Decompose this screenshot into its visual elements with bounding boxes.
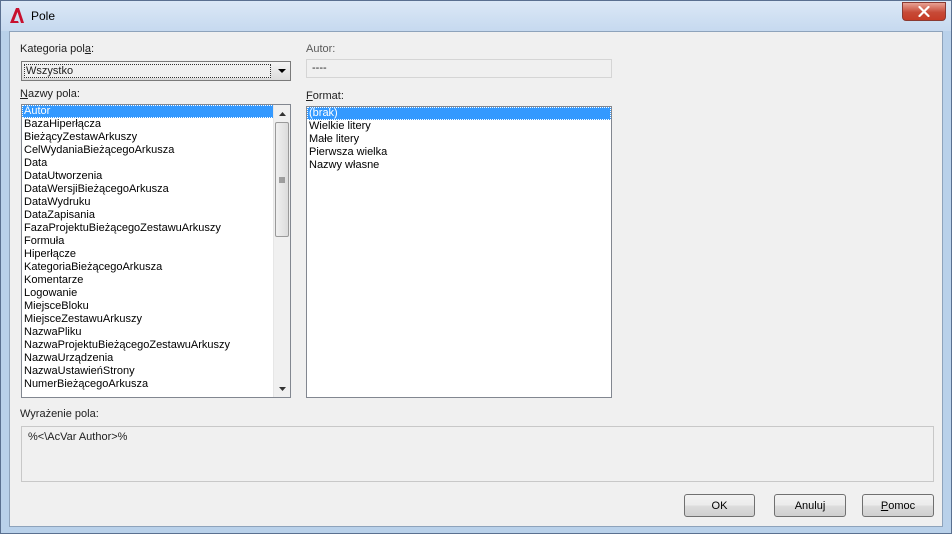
expression-label: Wyrażenie pola: — [20, 408, 99, 420]
scroll-down-arrow-icon — [278, 386, 286, 391]
field-expression-box[interactable]: %<\AcVar Author>% — [21, 426, 934, 482]
list-item[interactable]: NazwaProjektuBieżącegoZestawuArkuszy — [22, 339, 290, 352]
help-button[interactable]: Pomoc — [862, 494, 934, 517]
list-item[interactable]: Hiperłącze — [22, 248, 290, 261]
cancel-button[interactable]: Anuluj — [774, 494, 846, 517]
list-item[interactable]: Data — [22, 157, 290, 170]
list-item[interactable]: Wielkie litery — [307, 120, 611, 133]
list-item[interactable]: NazwaUrządzenia — [22, 352, 290, 365]
field-names-items: Autor BazaHiperłącza BieżącyZestawArkuszy C… — [22, 105, 290, 391]
list-item[interactable]: DataZapisania — [22, 209, 290, 222]
category-dropdown[interactable]: Wszystko — [21, 61, 291, 81]
list-item[interactable]: (brak) — [307, 107, 611, 120]
title-bar[interactable]: Pole — [1, 1, 951, 31]
list-item[interactable]: DataWydruku — [22, 196, 290, 209]
list-item[interactable]: Pierwsza wielka — [307, 146, 611, 159]
list-item[interactable]: Komentarze — [22, 274, 290, 287]
list-item[interactable]: Formuła — [22, 235, 290, 248]
list-item[interactable]: DataUtworzenia — [22, 170, 290, 183]
scroll-up-arrow-icon — [278, 111, 286, 116]
close-icon — [918, 6, 930, 17]
category-label: Kategoria pola: — [20, 43, 95, 55]
list-item[interactable]: CelWydaniaBieżącegoArkusza — [22, 144, 290, 157]
grip-icon — [279, 177, 285, 182]
list-item[interactable]: FazaProjektuBieżącegoZestawuArkuszy — [22, 222, 290, 235]
format-label: Format: — [306, 90, 344, 102]
field-names-listbox[interactable]: Autor BazaHiperłącza BieżącyZestawArkuszy C… — [21, 104, 291, 398]
list-item[interactable]: NazwaUstawieńStrony — [22, 365, 290, 378]
list-item[interactable]: DataWersjiBieżącegoArkusza — [22, 183, 290, 196]
list-item[interactable]: Małe litery — [307, 133, 611, 146]
list-item[interactable]: MiejsceZestawuArkuszy — [22, 313, 290, 326]
list-item[interactable]: MiejsceBloku — [22, 300, 290, 313]
list-item[interactable]: NazwaPliku — [22, 326, 290, 339]
list-item[interactable]: Nazwy własne — [307, 159, 611, 172]
ok-button[interactable]: OK — [684, 494, 755, 517]
window-title: Pole — [31, 9, 56, 23]
list-item[interactable]: BieżącyZestawArkuszy — [22, 131, 290, 144]
chevron-down-icon — [278, 69, 286, 73]
format-items: (brak) Wielkie litery Małe litery Pierwsza … — [307, 107, 611, 172]
author-value-field: ---- — [306, 59, 612, 78]
close-button[interactable] — [902, 2, 946, 21]
author-label: Autor: — [306, 43, 336, 55]
field-names-label: Nazwy pola: — [20, 88, 80, 100]
list-item[interactable]: NumerBieżącegoArkusza — [22, 378, 290, 391]
autocad-logo-icon — [10, 8, 24, 23]
list-item[interactable]: Autor — [22, 105, 290, 118]
field-names-scrollbar[interactable] — [273, 105, 290, 397]
format-listbox[interactable]: (brak) Wielkie litery Małe litery Pierwsza … — [306, 106, 612, 398]
scroll-down-button[interactable] — [274, 380, 290, 397]
scroll-up-button[interactable] — [274, 105, 290, 122]
dialog-window: Pole Kategoria pola: Wszystko Nazwy pola… — [0, 0, 952, 534]
dialog-body: Kategoria pola: Wszystko Nazwy pola: Aut… — [9, 31, 943, 527]
list-item[interactable]: KategoriaBieżącegoArkusza — [22, 261, 290, 274]
list-item[interactable]: Logowanie — [22, 287, 290, 300]
category-dropdown-value: Wszystko — [24, 64, 271, 78]
scroll-thumb[interactable] — [275, 122, 289, 237]
list-item[interactable]: BazaHiperłącza — [22, 118, 290, 131]
